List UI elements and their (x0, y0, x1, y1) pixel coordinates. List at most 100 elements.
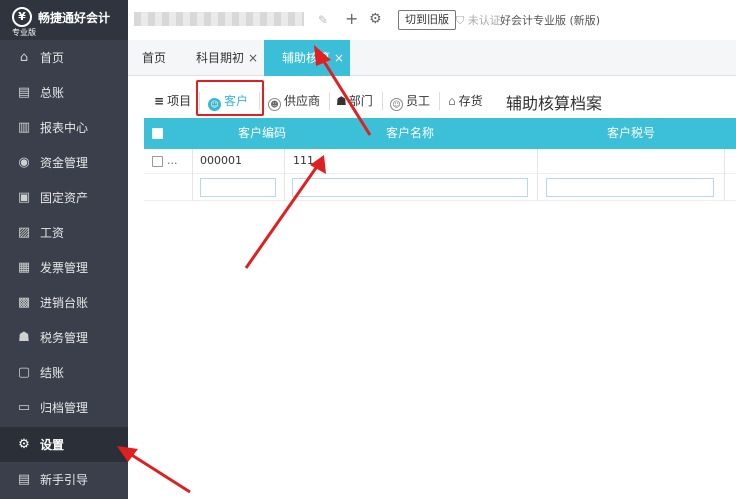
invoice-icon: ▦ (17, 260, 31, 275)
sidebar-item-settings[interactable]: ⚙ 设置 (0, 427, 128, 462)
top-bar: ✎ + ⚙ 切到旧版 ⛉ 未认证 好会计专业版 (新版) (128, 0, 736, 40)
divider (439, 92, 440, 110)
gear-icon[interactable]: ⚙ (369, 11, 382, 27)
column-divider (284, 149, 285, 201)
app-edition: 专业版 (12, 28, 36, 37)
tab-opening-balances[interactable]: 科目期初 × (196, 40, 258, 76)
sidebar-item-invoices[interactable]: ▦ 发票管理 (0, 250, 128, 285)
sidebar-item-tax[interactable]: ☗ 税务管理 (0, 320, 128, 355)
sidebar-item-archive[interactable]: ▭ 归档管理 (0, 390, 128, 425)
add-icon[interactable]: + (345, 11, 358, 27)
table-row[interactable]: ... 000001 111 (144, 149, 736, 174)
ledger-icon: ▤ (17, 85, 31, 100)
logo-icon: ¥ (12, 7, 32, 27)
sidebar-item-label: 设置 (40, 438, 65, 452)
archive-icon: ▭ (17, 400, 31, 415)
home-icon: ⌂ (19, 50, 29, 65)
sidebar-item-label: 报表中心 (40, 121, 89, 135)
column-header-name[interactable]: 客户名称 (284, 118, 536, 149)
sidebar-item-label: 固定资产 (40, 191, 89, 205)
divider (382, 92, 383, 110)
close-books-icon: ▢ (17, 365, 31, 380)
sidebar-item-label: 首页 (40, 51, 65, 65)
tab-bar: 首页 科目期初 × 辅助核算 × (128, 40, 736, 76)
sidebar-item-label: 新手引导 (40, 473, 89, 487)
sidebar-item-label: 工资 (40, 226, 65, 240)
column-divider (724, 149, 725, 201)
subtab-inventory[interactable]: ⌂ 存货 (448, 88, 483, 114)
sidebar-item-label: 进销台账 (40, 296, 89, 310)
employee-icon: ☺ (390, 98, 403, 111)
row-checkbox[interactable] (152, 156, 163, 167)
sidebar-item-label: 发票管理 (40, 261, 89, 275)
subtab-label: 员工 (406, 94, 431, 108)
warehouse-icon: ⌂ (448, 94, 456, 108)
tab-auxiliary-accounting[interactable]: 辅助核算 × (264, 40, 350, 76)
subtab-label: 供应商 (284, 94, 321, 108)
tab-label: 科目期初 (196, 51, 245, 65)
money-icon: ◉ (18, 155, 30, 170)
subtab-supplier[interactable]: ☻ 供应商 (268, 88, 320, 114)
guide-icon: ▤ (17, 472, 31, 487)
main-content: ≡ 项目 ☺ 客户 ☻ 供应商 ☗ 部门 ☺ 员工 ⌂ 存货 辅助核算档案 客户编码 客户名… (144, 80, 736, 499)
customer-code-cell: 000001 (200, 154, 242, 167)
sidebar-item-funds[interactable]: ◉ 资金管理 (0, 145, 128, 180)
switch-old-version-button[interactable]: 切到旧版 (398, 10, 456, 30)
subtab-department[interactable]: ☗ 部门 (336, 88, 373, 114)
customer-name-cell: 111 (293, 154, 314, 167)
auth-label: 未认证 (467, 14, 501, 27)
highlight-box (196, 80, 264, 116)
panel-title: 辅助核算档案 (506, 94, 603, 113)
shield-icon: ⛉ (456, 14, 465, 27)
department-icon: ☗ (336, 94, 347, 108)
sidebar-item-salary[interactable]: ▨ 工资 (0, 215, 128, 250)
column-divider (537, 149, 538, 201)
sidebar-item-label: 税务管理 (40, 331, 89, 345)
sidebar-item-inventory[interactable]: ▩ 进销台账 (0, 285, 128, 320)
gear-icon: ⚙ (18, 437, 30, 452)
select-all-checkbox[interactable] (152, 128, 163, 139)
close-icon[interactable]: × (334, 51, 344, 65)
supplier-icon: ☻ (268, 98, 281, 111)
divider (329, 92, 330, 110)
sidebar-item-fixed-assets[interactable]: ▣ 固定资产 (0, 180, 128, 215)
tax-icon: ☗ (18, 330, 30, 345)
subtab-project[interactable]: ≡ 项目 (154, 88, 191, 114)
sidebar-item-label: 资金管理 (40, 156, 89, 170)
column-divider (192, 149, 193, 201)
tab-home[interactable]: 首页 (142, 40, 166, 76)
sidebar-item-reports[interactable]: ▥ 报表中心 (0, 110, 128, 145)
chart-icon: ▥ (17, 120, 31, 135)
row-more-icon[interactable]: ... (167, 149, 178, 174)
list-icon: ≡ (154, 94, 165, 108)
inventory-icon: ▩ (17, 295, 31, 310)
sidebar-item-guide[interactable]: ▤ 新手引导 (0, 462, 128, 497)
sidebar-item-label: 归档管理 (40, 401, 89, 415)
sidebar-item-home[interactable]: ⌂ 首页 (0, 40, 128, 75)
filter-code-input[interactable] (200, 178, 276, 197)
filter-tax-id-input[interactable] (546, 178, 714, 197)
sidebar-item-label: 结账 (40, 366, 65, 380)
version-label: 好会计专业版 (新版) (500, 14, 601, 27)
sidebar-item-label: 总账 (40, 86, 65, 100)
subtab-label: 部门 (348, 94, 373, 108)
asset-icon: ▣ (17, 190, 31, 205)
column-header-tax-id[interactable]: 客户税号 (538, 118, 724, 149)
auth-status[interactable]: ⛉ 未认证 (456, 12, 501, 28)
edit-icon[interactable]: ✎ (318, 12, 328, 28)
filter-name-input[interactable] (292, 178, 528, 197)
tab-label: 首页 (142, 51, 167, 65)
tab-label: 辅助核算 (282, 51, 331, 65)
table-header: 客户编码 客户名称 客户税号 (144, 118, 736, 149)
sidebar-item-close-books[interactable]: ▢ 结账 (0, 355, 128, 390)
blurred-company-name (134, 12, 304, 26)
sidebar: ¥ 畅捷通好会计 专业版 ⌂ 首页 ▤ 总账 ▥ 报表中心 ◉ 资金管理 ▣ 固定资产 ▨… (0, 0, 128, 499)
salary-icon: ▨ (17, 225, 31, 240)
subtab-label: 项目 (167, 94, 192, 108)
logo-area[interactable]: ¥ 畅捷通好会计 专业版 (0, 0, 128, 40)
close-icon[interactable]: × (248, 51, 258, 65)
subtab-label: 存货 (458, 94, 483, 108)
subtab-employee[interactable]: ☺ 员工 (390, 88, 430, 114)
app-title: 畅捷通好会计 (38, 11, 111, 25)
sidebar-item-ledger[interactable]: ▤ 总账 (0, 75, 128, 110)
